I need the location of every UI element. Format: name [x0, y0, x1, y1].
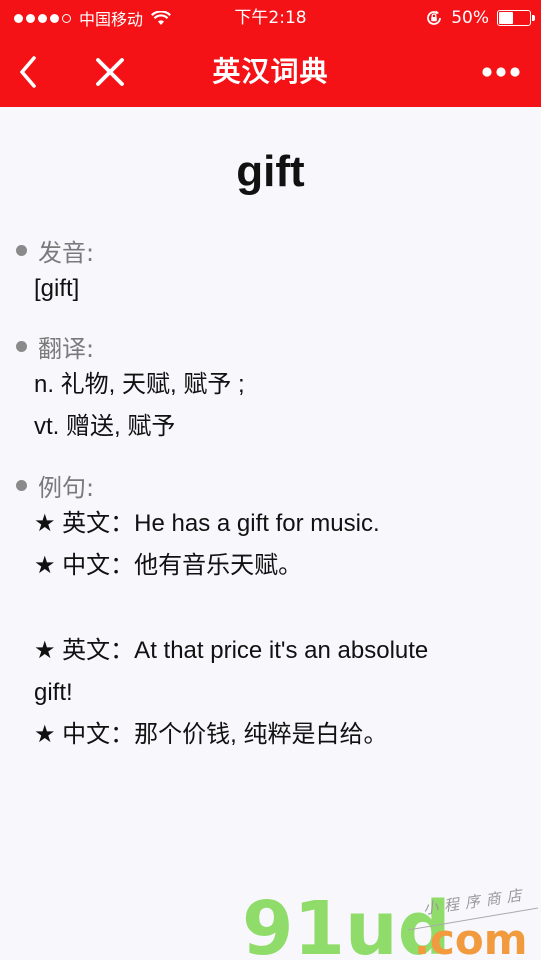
battery-percent: 50% [451, 8, 489, 28]
translation-line: vt. 赠送, 赋予 [34, 413, 176, 440]
example-english-continued: gift! [34, 679, 73, 706]
headword: gift [236, 147, 305, 196]
status-right: 50% [425, 0, 535, 36]
translation-label: 翻译: [38, 335, 95, 363]
examples-label: 例句: [38, 474, 95, 502]
wifi-icon [151, 10, 171, 25]
example-chinese: ★ 中文：那个价钱, 纯粹是白给。 [34, 721, 388, 748]
bullet-icon [16, 341, 27, 352]
translation-line: n. 礼物, 天赋, 赋予 ; [34, 371, 245, 398]
pronunciation-text: [gift] [34, 275, 80, 302]
pronunciation-label: 发音: [38, 239, 95, 267]
watermark-logo: 91ud .com 小程序商店 [242, 888, 539, 960]
signal-strength-icon [14, 13, 71, 23]
more-button[interactable] [479, 52, 523, 92]
example-chinese: ★ 中文：他有音乐天赋。 [34, 552, 303, 579]
example-english: ★ 英文：He has a gift for music. [34, 510, 380, 537]
example-english: ★ 英文：At that price it's an absolute [34, 637, 429, 664]
more-dots-icon [482, 67, 520, 77]
bullet-icon [16, 480, 27, 491]
svg-text:.com: .com [414, 915, 527, 960]
page-title: 英汉词典 [212, 55, 329, 88]
battery-level [499, 12, 513, 24]
carrier-name: 中国移动 [79, 10, 144, 29]
status-left: 中国移动 [14, 0, 171, 36]
orientation-lock-icon [427, 10, 442, 25]
examples-heading: 例句: [16, 468, 94, 503]
battery-icon [497, 10, 535, 26]
nav-bar: 英汉词典 [0, 36, 541, 107]
bullet-icon [16, 245, 27, 256]
status-bar: 中国移动 下午2:18 50% [0, 0, 541, 36]
translation-heading: 翻译: [16, 329, 94, 364]
pronunciation-heading: 发音: [16, 233, 94, 268]
